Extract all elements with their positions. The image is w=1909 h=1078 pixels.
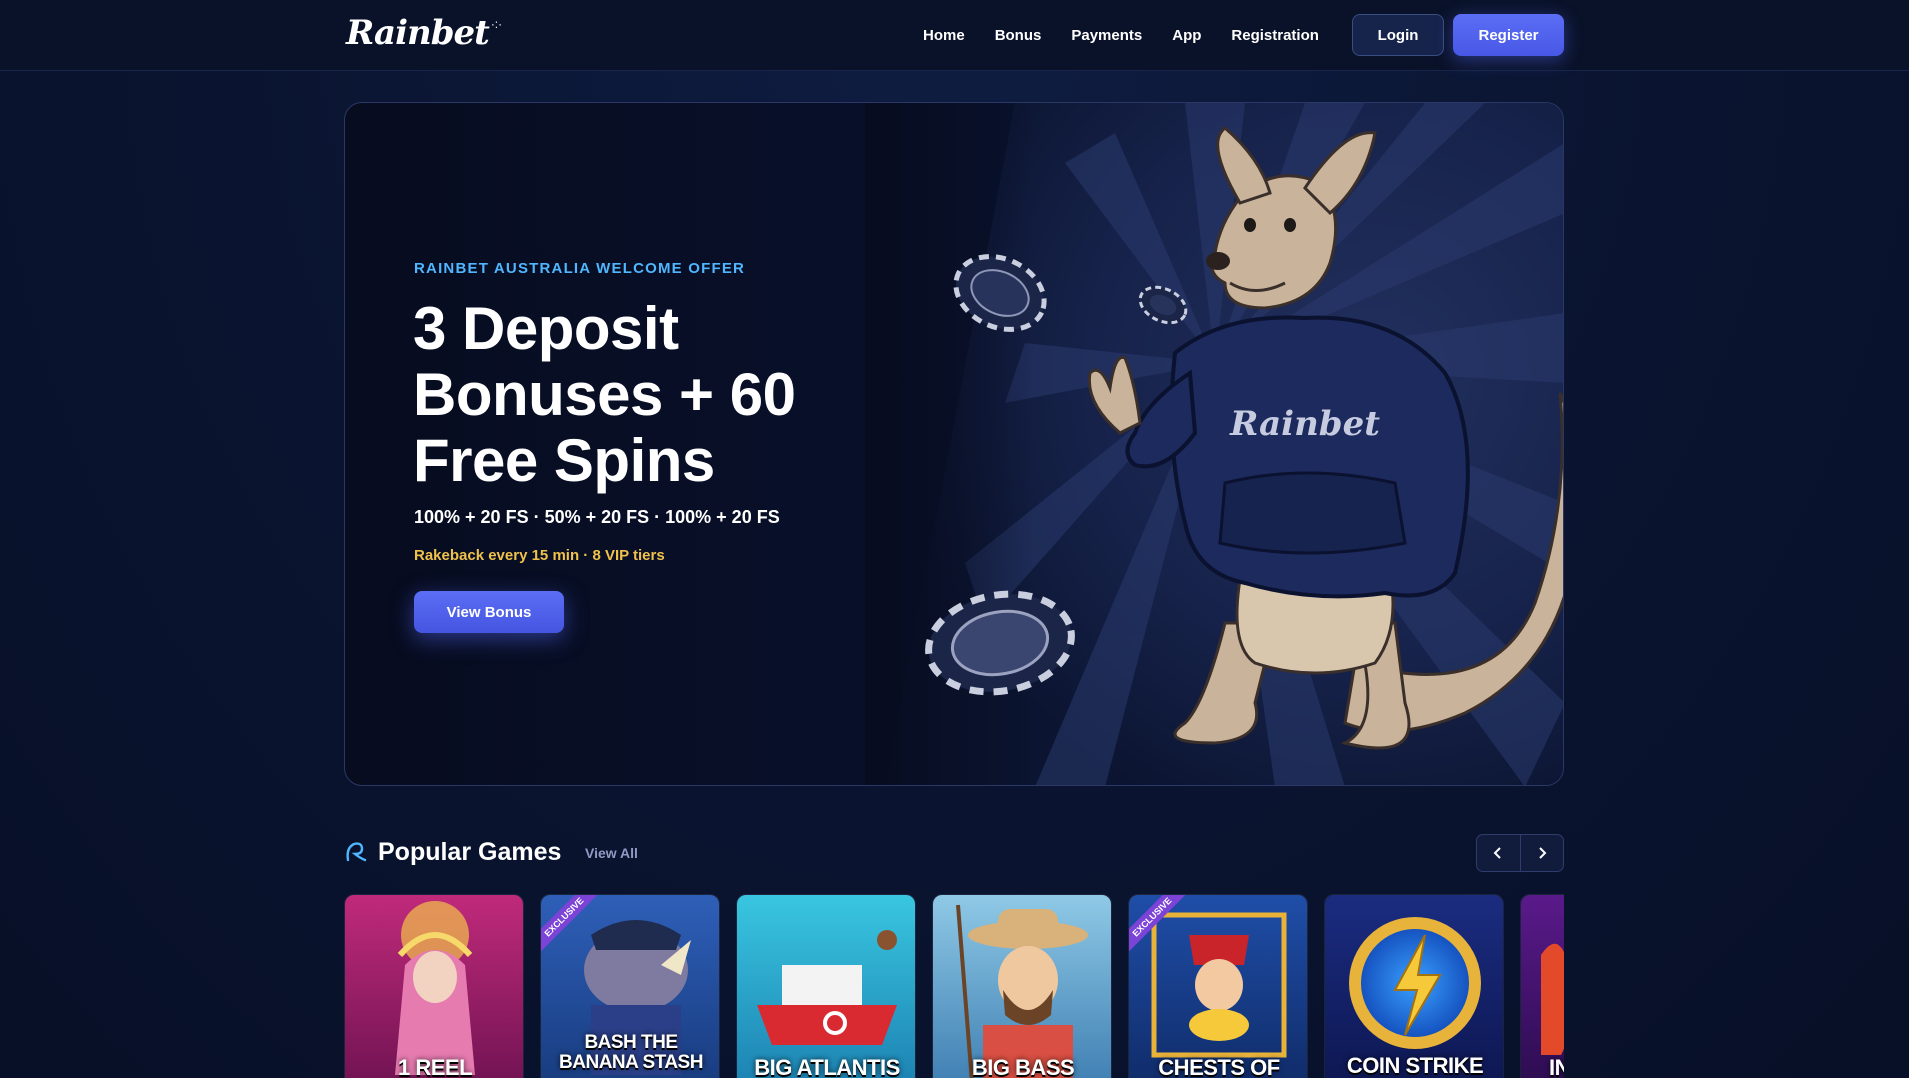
hero-bonus-breakdown: 100% + 20 FS · 50% + 20 FS · 100% + 20 F… (414, 507, 780, 527)
chevron-left-icon (1494, 847, 1502, 859)
section-title: Popular Games (378, 838, 562, 866)
game-card-coin-strike[interactable]: COIN STRIKE (1324, 894, 1504, 1078)
hero-banner: Rainbet RAINBET AUSTRALIA WELCOME OFFER … (344, 102, 1564, 786)
game-thumbnail (737, 895, 915, 1078)
view-all-link[interactable]: View All (585, 845, 638, 861)
hoodie-logo-text: Rainbet (1229, 404, 1380, 444)
carousel-prev-button[interactable] (1477, 835, 1520, 871)
register-button[interactable]: Register (1453, 14, 1564, 56)
game-card-chests-of[interactable]: EXCLUSIVE CHESTS OF (1128, 894, 1308, 1078)
view-bonus-button[interactable]: View Bonus (414, 591, 564, 633)
game-thumbnail (1521, 895, 1564, 1078)
logo-stars: ·:· (490, 17, 503, 31)
hero-eyebrow: RAINBET AUSTRALIA WELCOME OFFER (414, 260, 746, 277)
carousel-next-button[interactable] (1519, 835, 1563, 871)
top-navigation-bar: Rainbet ·:· Home Bonus Payments App Regi… (0, 0, 1909, 71)
game-title: COIN STRIKE (1346, 1053, 1484, 1078)
hero-title: 3 Deposit Bonuses + 60 Free Spins (413, 295, 796, 494)
chevron-right-icon (1539, 847, 1547, 859)
nav-registration[interactable]: Registration (1231, 27, 1319, 44)
nav-app[interactable]: App (1172, 27, 1201, 44)
nav-bonus[interactable]: Bonus (995, 27, 1042, 44)
login-button[interactable]: Login (1352, 14, 1444, 56)
popular-games-carousel: 1 REEL EXCLUSIVE BASH THE BANANA STASH B… (344, 894, 1564, 1078)
game-title: BIG BASS (971, 1055, 1075, 1078)
game-thumbnail (933, 895, 1111, 1078)
game-card-partial[interactable]: IN (1520, 894, 1564, 1078)
main-nav: Home Bonus Payments App Registration (923, 22, 1319, 48)
game-thumbnail (345, 895, 523, 1078)
game-card-1-reel[interactable]: 1 REEL (344, 894, 524, 1078)
logo-text: Rainbet (346, 13, 490, 53)
game-title: BIG ATLANTIS (754, 1055, 900, 1078)
hero-rakeback-note: Rakeback every 15 min · 8 VIP tiers (414, 547, 665, 564)
nav-payments[interactable]: Payments (1071, 27, 1142, 44)
game-card-big-bass[interactable]: BIG BASS (932, 894, 1112, 1078)
game-title: IN (1549, 1055, 1564, 1078)
game-title: 1 REEL (397, 1055, 473, 1078)
popular-games-header: Popular Games View All (344, 834, 1564, 874)
game-card-bash-the-banana-stash[interactable]: EXCLUSIVE BASH THE BANANA STASH (540, 894, 720, 1078)
game-thumbnail (1325, 895, 1503, 1078)
game-title: CHESTS OF (1158, 1055, 1280, 1078)
carousel-controls (1476, 834, 1564, 872)
game-title: BASH THE BANANA STASH (559, 1032, 703, 1073)
rainbet-mark-icon (346, 842, 367, 862)
game-card-big-atlantis[interactable]: BIG ATLANTIS (736, 894, 916, 1078)
nav-home[interactable]: Home (923, 27, 965, 44)
rainbet-logo[interactable]: Rainbet ·:· (346, 12, 502, 54)
